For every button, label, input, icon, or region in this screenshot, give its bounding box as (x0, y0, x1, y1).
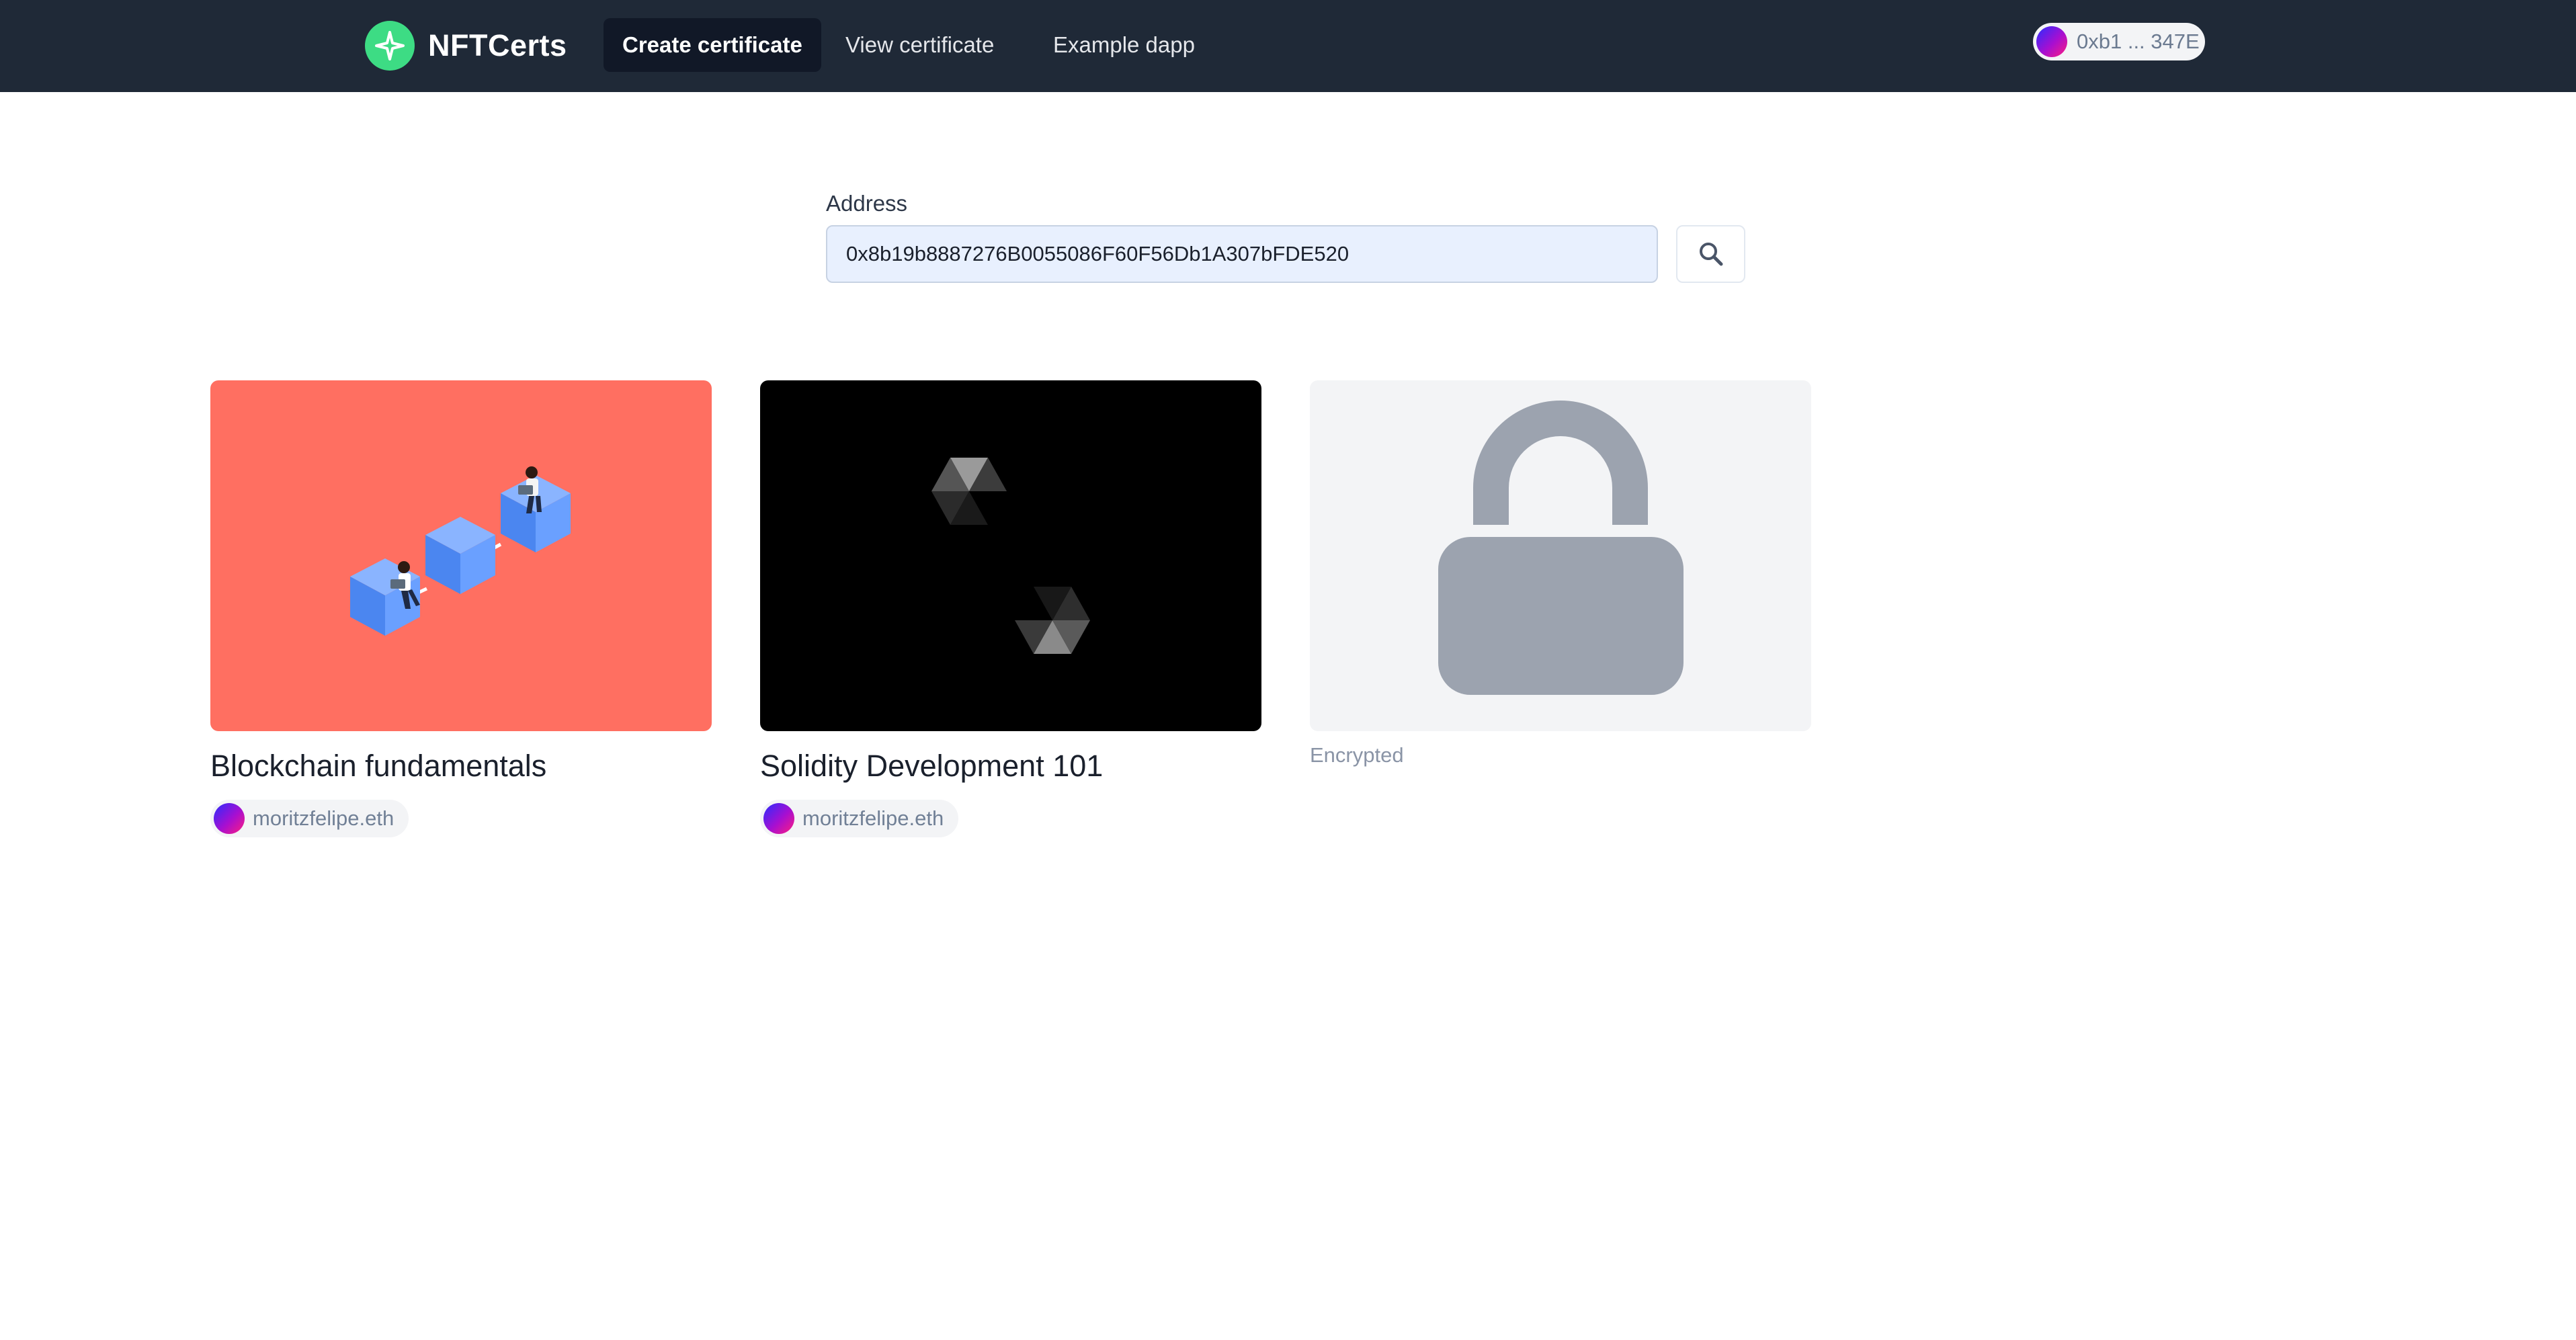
owner-avatar (214, 803, 245, 834)
certificate-card[interactable]: Blockchain fundamentals moritzfelipe.eth (210, 380, 712, 837)
owner-badge[interactable]: moritzfelipe.eth (210, 800, 409, 837)
wallet-address: 0xb1 ... 347E (2077, 30, 2200, 53)
address-input[interactable] (826, 225, 1658, 283)
certificate-title: Blockchain fundamentals (210, 749, 547, 783)
sparkle-icon (365, 21, 415, 71)
lock-icon (1438, 401, 1684, 695)
top-navbar: NFTCerts Create certificate View certifi… (0, 0, 2576, 92)
address-label: Address (826, 191, 908, 216)
owner-name: moritzfelipe.eth (802, 806, 944, 830)
brand-name: NFTCerts (428, 28, 567, 62)
owner-avatar (763, 803, 794, 834)
owner-name: moritzfelipe.eth (253, 806, 394, 830)
certificate-title: Solidity Development 101 (760, 749, 1104, 783)
nav-view-certificate[interactable]: View certificate (827, 18, 1013, 72)
brand-logo[interactable]: NFTCerts (365, 19, 567, 73)
nav-example-dapp[interactable]: Example dapp (1034, 18, 1214, 72)
wallet-avatar (2036, 26, 2067, 57)
solidity-logo (760, 380, 1261, 731)
search-icon (1699, 243, 1722, 266)
nav-create-certificate[interactable]: Create certificate (604, 18, 821, 72)
encrypted-certificate-card[interactable]: Encrypted (1310, 380, 1811, 767)
encrypted-label: Encrypted (1310, 743, 1404, 767)
encrypted-placeholder (1310, 380, 1811, 731)
search-button[interactable] (1676, 225, 1745, 283)
wallet-account-button[interactable]: 0xb1 ... 347E (2033, 23, 2205, 60)
certificate-card[interactable]: Solidity Development 101 moritzfelipe.et… (760, 380, 1261, 837)
owner-badge[interactable]: moritzfelipe.eth (760, 800, 959, 837)
blockchain-illustration (210, 380, 712, 731)
